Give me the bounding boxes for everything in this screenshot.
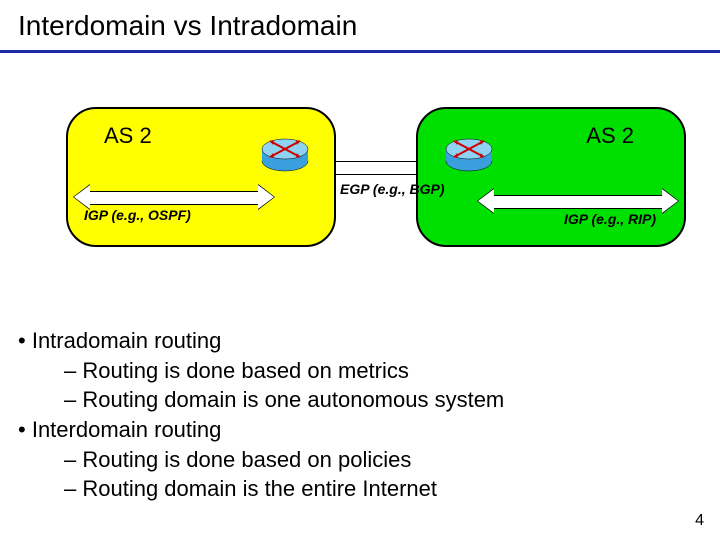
igp-right-label: IGP (e.g., RIP) bbox=[564, 211, 656, 227]
as-left-box: AS 2 bbox=[66, 107, 336, 247]
bullet-level-1: Routing domain is one autonomous system bbox=[18, 385, 504, 415]
bullet-level-1: Routing is done based on policies bbox=[18, 445, 504, 475]
slide: Interdomain vs Intradomain AS 2 AS 2 bbox=[0, 0, 720, 540]
as-left-label: AS 2 bbox=[104, 123, 152, 149]
bullet-level-1: Routing domain is the entire Internet bbox=[18, 474, 504, 504]
bullet-level-0: Intradomain routing bbox=[18, 326, 504, 356]
igp-left-label: IGP (e.g., OSPF) bbox=[84, 207, 191, 223]
igp-left-arrow bbox=[74, 185, 274, 209]
routing-diagram: AS 2 AS 2 bbox=[18, 107, 702, 317]
router-icon bbox=[444, 135, 494, 173]
bullet-list: Intradomain routing Routing is done base… bbox=[18, 326, 504, 504]
slide-number: 4 bbox=[695, 512, 704, 530]
igp-right-arrow bbox=[478, 189, 678, 213]
slide-title: Interdomain vs Intradomain bbox=[18, 10, 702, 42]
as-right-label: AS 2 bbox=[586, 123, 634, 149]
title-divider bbox=[0, 50, 720, 53]
bullet-level-0: Interdomain routing bbox=[18, 415, 504, 445]
router-icon bbox=[260, 135, 310, 173]
bullet-level-1: Routing is done based on metrics bbox=[18, 356, 504, 386]
egp-label: EGP (e.g., BGP) bbox=[340, 181, 445, 197]
